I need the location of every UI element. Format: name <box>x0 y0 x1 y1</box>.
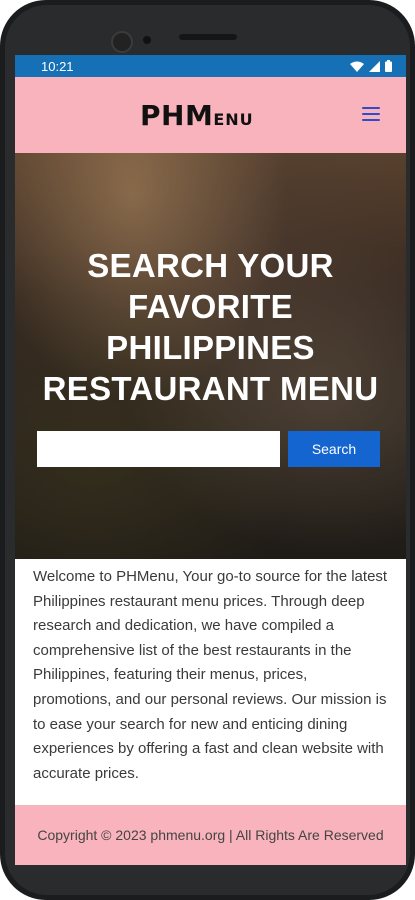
status-time: 10:21 <box>41 58 74 74</box>
screen: 10:21 PHMENU SEARCH YOUR FAVORITE PHILIP… <box>15 55 406 865</box>
status-bar: 10:21 <box>15 55 406 77</box>
copyright-text: Copyright © 2023 phmenu.org | All Rights… <box>37 827 384 843</box>
phone-frame: 10:21 PHMENU SEARCH YOUR FAVORITE PHILIP… <box>0 0 415 900</box>
site-logo[interactable]: PHMENU <box>140 99 254 132</box>
logo-small-text: ENU <box>213 110 254 129</box>
hero-title-line: SEARCH YOUR <box>87 247 334 284</box>
hero-banner: SEARCH YOUR FAVORITE PHILIPPINES RESTAUR… <box>15 153 406 559</box>
search-form: Search <box>37 431 380 467</box>
signal-icon <box>369 60 380 72</box>
front-camera-icon <box>111 31 133 53</box>
search-input[interactable] <box>37 431 280 467</box>
hero-title-line: PHILIPPINES <box>106 329 315 366</box>
search-button[interactable]: Search <box>288 431 380 467</box>
site-header: PHMENU <box>15 77 406 153</box>
status-icons <box>350 60 392 72</box>
earpiece-speaker <box>179 34 237 40</box>
hamburger-menu-icon[interactable] <box>362 107 380 121</box>
logo-main-text: PHM <box>140 99 214 132</box>
sensor-icon <box>143 36 151 44</box>
hero-title-line: RESTAURANT MENU <box>42 370 379 407</box>
intro-paragraph: Welcome to PHMenu, Your go-to source for… <box>33 568 388 782</box>
wifi-icon <box>350 61 364 72</box>
hero-title: SEARCH YOUR FAVORITE PHILIPPINES RESTAUR… <box>15 245 406 409</box>
site-footer: Copyright © 2023 phmenu.org | All Rights… <box>15 805 406 865</box>
battery-icon <box>385 60 392 72</box>
hero-title-line: FAVORITE <box>128 288 293 325</box>
